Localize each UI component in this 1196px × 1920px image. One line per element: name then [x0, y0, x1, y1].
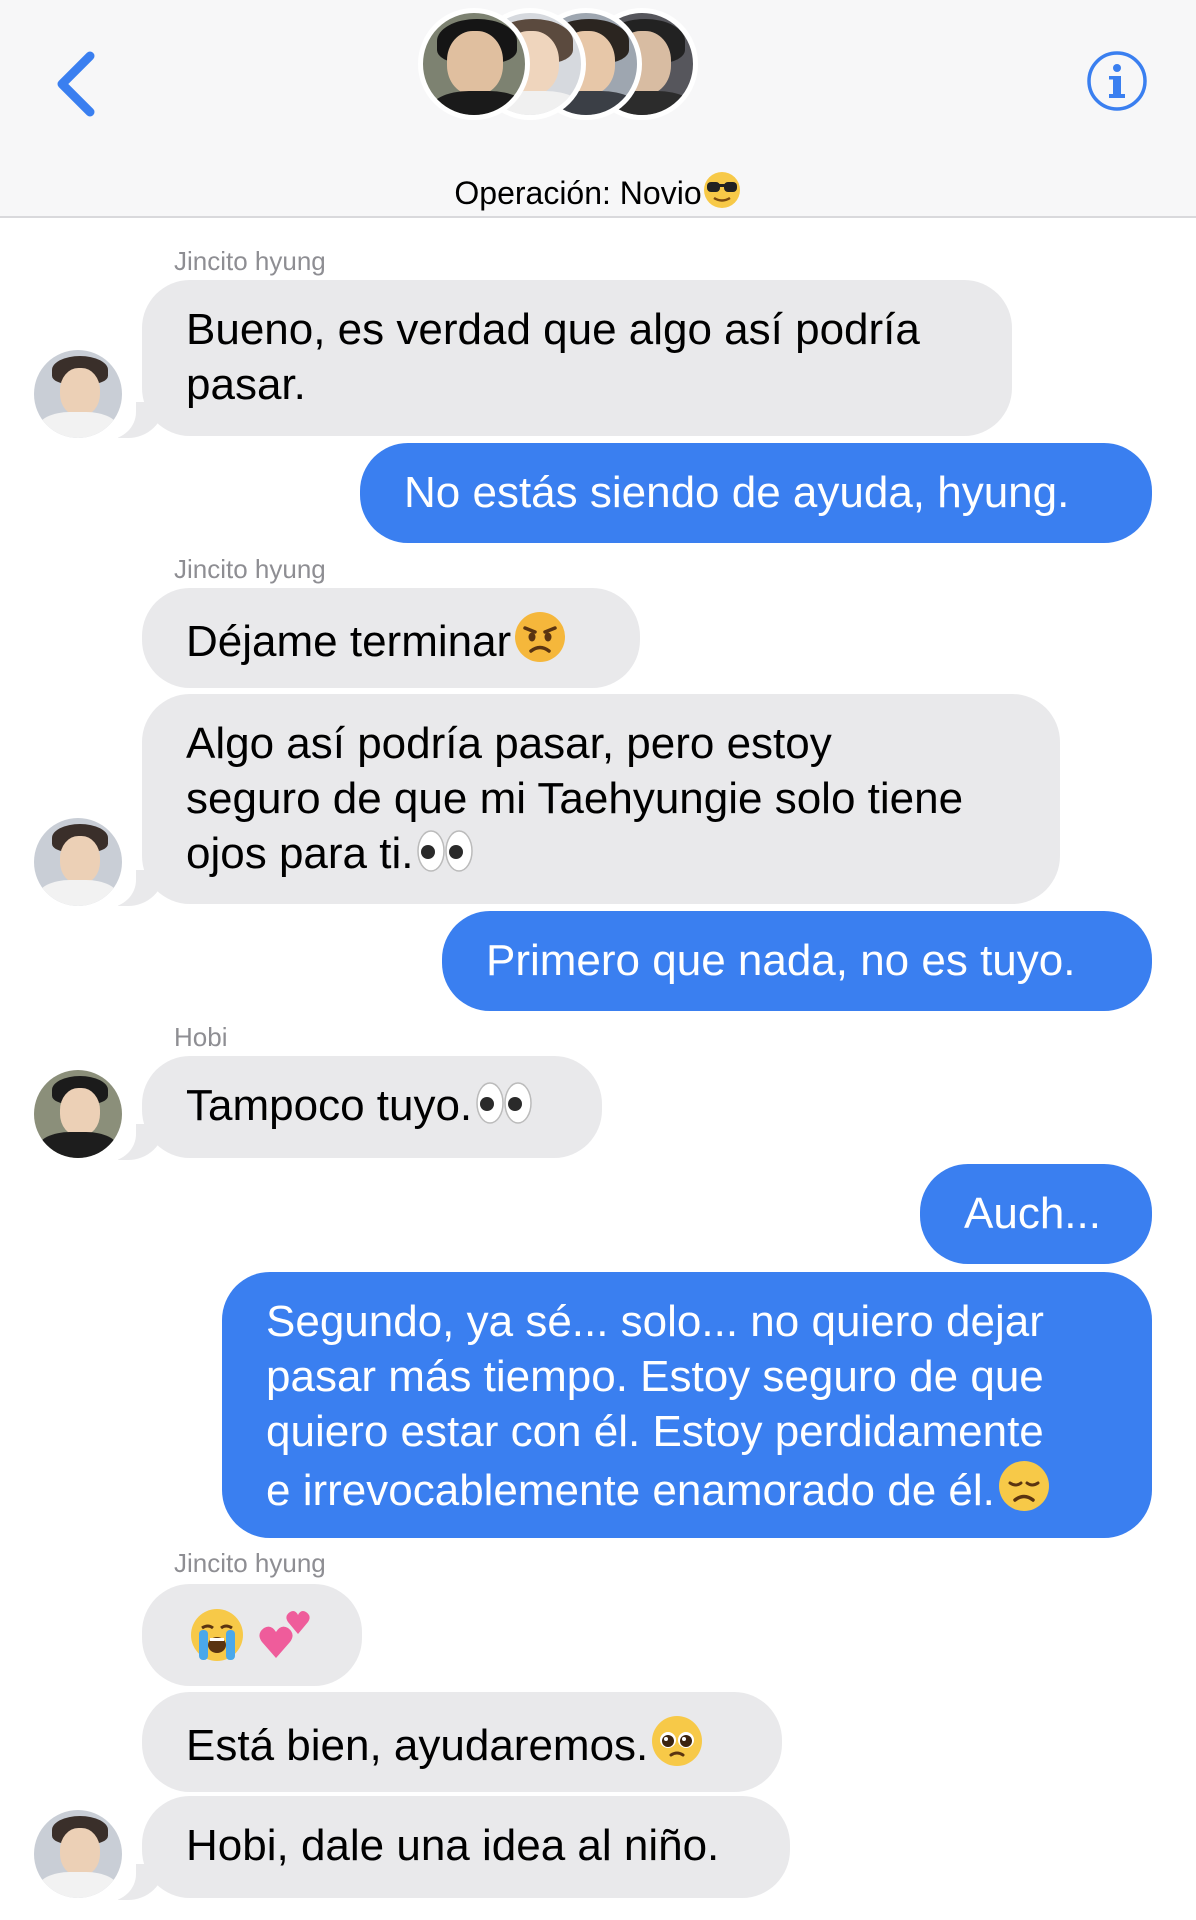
message-text: Primero que nada, no es tuyo.	[486, 936, 1076, 985]
message-line: Segundo, ya sé... solo... no quiero deja…	[266, 1297, 1044, 1346]
message-line: pasar más tiempo. Estoy seguro de que	[266, 1352, 1044, 1401]
eyes-emoji-icon	[415, 826, 475, 889]
outgoing-message[interactable]: Segundo, ya sé... solo... no quiero deja…	[222, 1272, 1152, 1538]
disappointed-face-emoji-icon	[997, 1459, 1051, 1526]
avatar-jincito[interactable]	[34, 350, 122, 438]
group-avatar-1	[418, 8, 530, 120]
outgoing-message[interactable]: No estás siendo de ayuda, hyung.	[360, 443, 1152, 543]
message-line: Bueno, es verdad que algo así podría	[186, 305, 920, 354]
message-text: Tampoco tuyo.	[186, 1081, 473, 1130]
back-button[interactable]	[48, 48, 108, 120]
incoming-message[interactable]: Hobi, dale una idea al niño.	[142, 1796, 790, 1898]
sender-label: Jincito hyung	[174, 246, 326, 276]
incoming-message[interactable]: Bueno, es verdad que algo así podría pas…	[142, 280, 1012, 436]
incoming-message[interactable]: Está bien, ayudaremos.	[142, 1692, 782, 1792]
loudly-crying-face-emoji-icon	[188, 1606, 246, 1677]
sender-label: Hobi	[174, 1022, 228, 1052]
bubble-tail	[94, 866, 164, 908]
incoming-message[interactable]: Algo así podría pasar, pero estoy seguro…	[142, 694, 1060, 904]
message-line: ojos para ti.	[186, 829, 414, 878]
pleading-face-emoji-icon	[650, 1714, 704, 1781]
eyes-emoji-icon	[474, 1078, 534, 1141]
message-text: Hobi, dale una idea al niño.	[186, 1821, 720, 1870]
avatar-jincito[interactable]	[34, 1810, 122, 1898]
avatar-hobi[interactable]	[34, 1070, 122, 1158]
chat-title[interactable]: Operación: Novio	[0, 170, 1196, 219]
group-avatars[interactable]	[418, 8, 698, 126]
incoming-message[interactable]: Tampoco tuyo.	[142, 1056, 602, 1158]
message-line: pasar.	[186, 360, 306, 409]
incoming-message[interactable]	[142, 1584, 362, 1686]
incoming-message[interactable]: Déjame terminar	[142, 588, 640, 688]
outgoing-message[interactable]: Primero que nada, no es tuyo.	[442, 911, 1152, 1011]
info-button[interactable]	[1086, 50, 1148, 112]
message-line: quiero estar con él. Estoy perdidamente	[266, 1407, 1044, 1456]
two-hearts-emoji-icon	[256, 1606, 314, 1677]
chat-title-text: Operación: Novio	[454, 175, 702, 211]
outgoing-message[interactable]: Auch...	[920, 1164, 1152, 1264]
sender-label: Jincito hyung	[174, 1548, 326, 1578]
message-line: Algo así podría pasar, pero estoy	[186, 719, 832, 768]
avatar-jincito[interactable]	[34, 818, 122, 906]
message-line: seguro de que mi Taehyungie solo tiene	[186, 774, 964, 823]
message-text: Auch...	[964, 1189, 1101, 1238]
sender-label: Jincito hyung	[174, 554, 326, 584]
message-text: Está bien, ayudaremos.	[186, 1721, 649, 1770]
bubble-tail	[94, 398, 164, 440]
angry-face-emoji-icon	[513, 610, 567, 677]
sunglasses-emoji-icon	[702, 170, 742, 219]
message-line: e irrevocablemente enamorado de él.	[266, 1466, 995, 1515]
bubble-tail	[94, 1860, 164, 1902]
chevron-left-icon	[57, 51, 95, 117]
bubble-tail	[94, 1120, 164, 1162]
info-circle-icon	[1087, 51, 1147, 111]
conversation-header: Operación: Novio	[0, 0, 1196, 218]
message-text: No estás siendo de ayuda, hyung.	[404, 468, 1070, 517]
message-text: Déjame terminar	[186, 617, 512, 666]
